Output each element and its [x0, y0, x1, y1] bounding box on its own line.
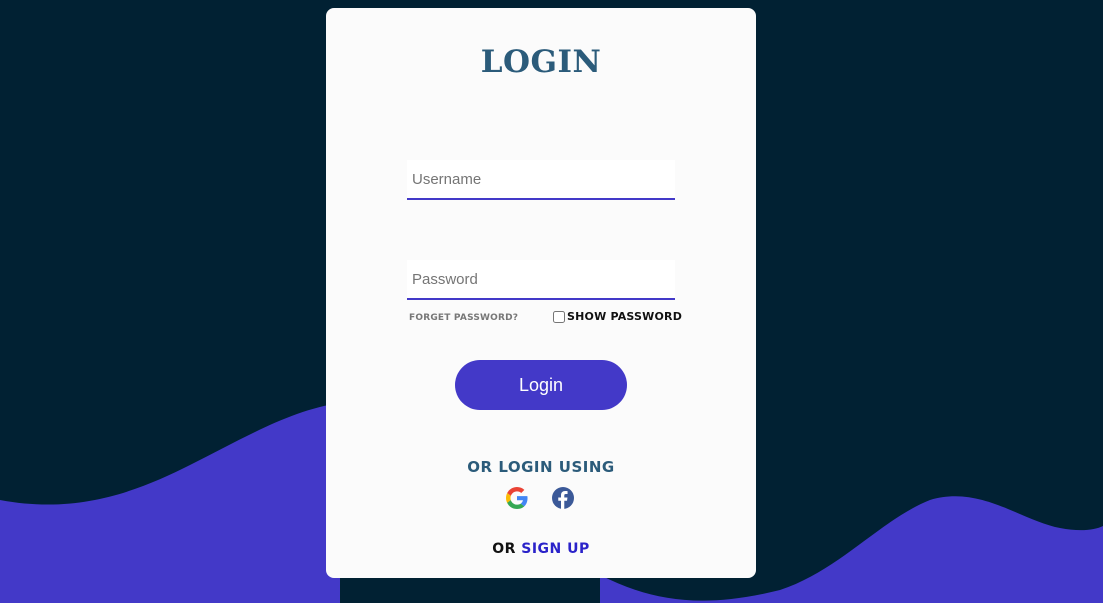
show-password-checkbox[interactable] [553, 310, 565, 323]
or-login-using-label: OR LOGIN USING [467, 458, 615, 476]
or-text: OR [492, 541, 516, 557]
username-input[interactable] [407, 160, 675, 200]
login-card: LOGIN FORGET PASSWORD? SHOW PASSWORD Log… [326, 8, 756, 578]
show-password-label[interactable]: SHOW PASSWORD [567, 310, 682, 323]
facebook-icon[interactable] [552, 487, 574, 509]
login-button[interactable]: Login [455, 360, 627, 410]
show-password-toggle[interactable]: SHOW PASSWORD [553, 310, 682, 323]
page-title: LOGIN [480, 44, 602, 80]
google-icon[interactable] [506, 487, 528, 509]
forgot-password-link[interactable]: FORGET PASSWORD? [409, 313, 518, 323]
sign-up-link[interactable]: SIGN UP [521, 541, 590, 557]
signup-line: OR SIGN UP [326, 541, 756, 557]
password-input[interactable] [407, 260, 675, 300]
